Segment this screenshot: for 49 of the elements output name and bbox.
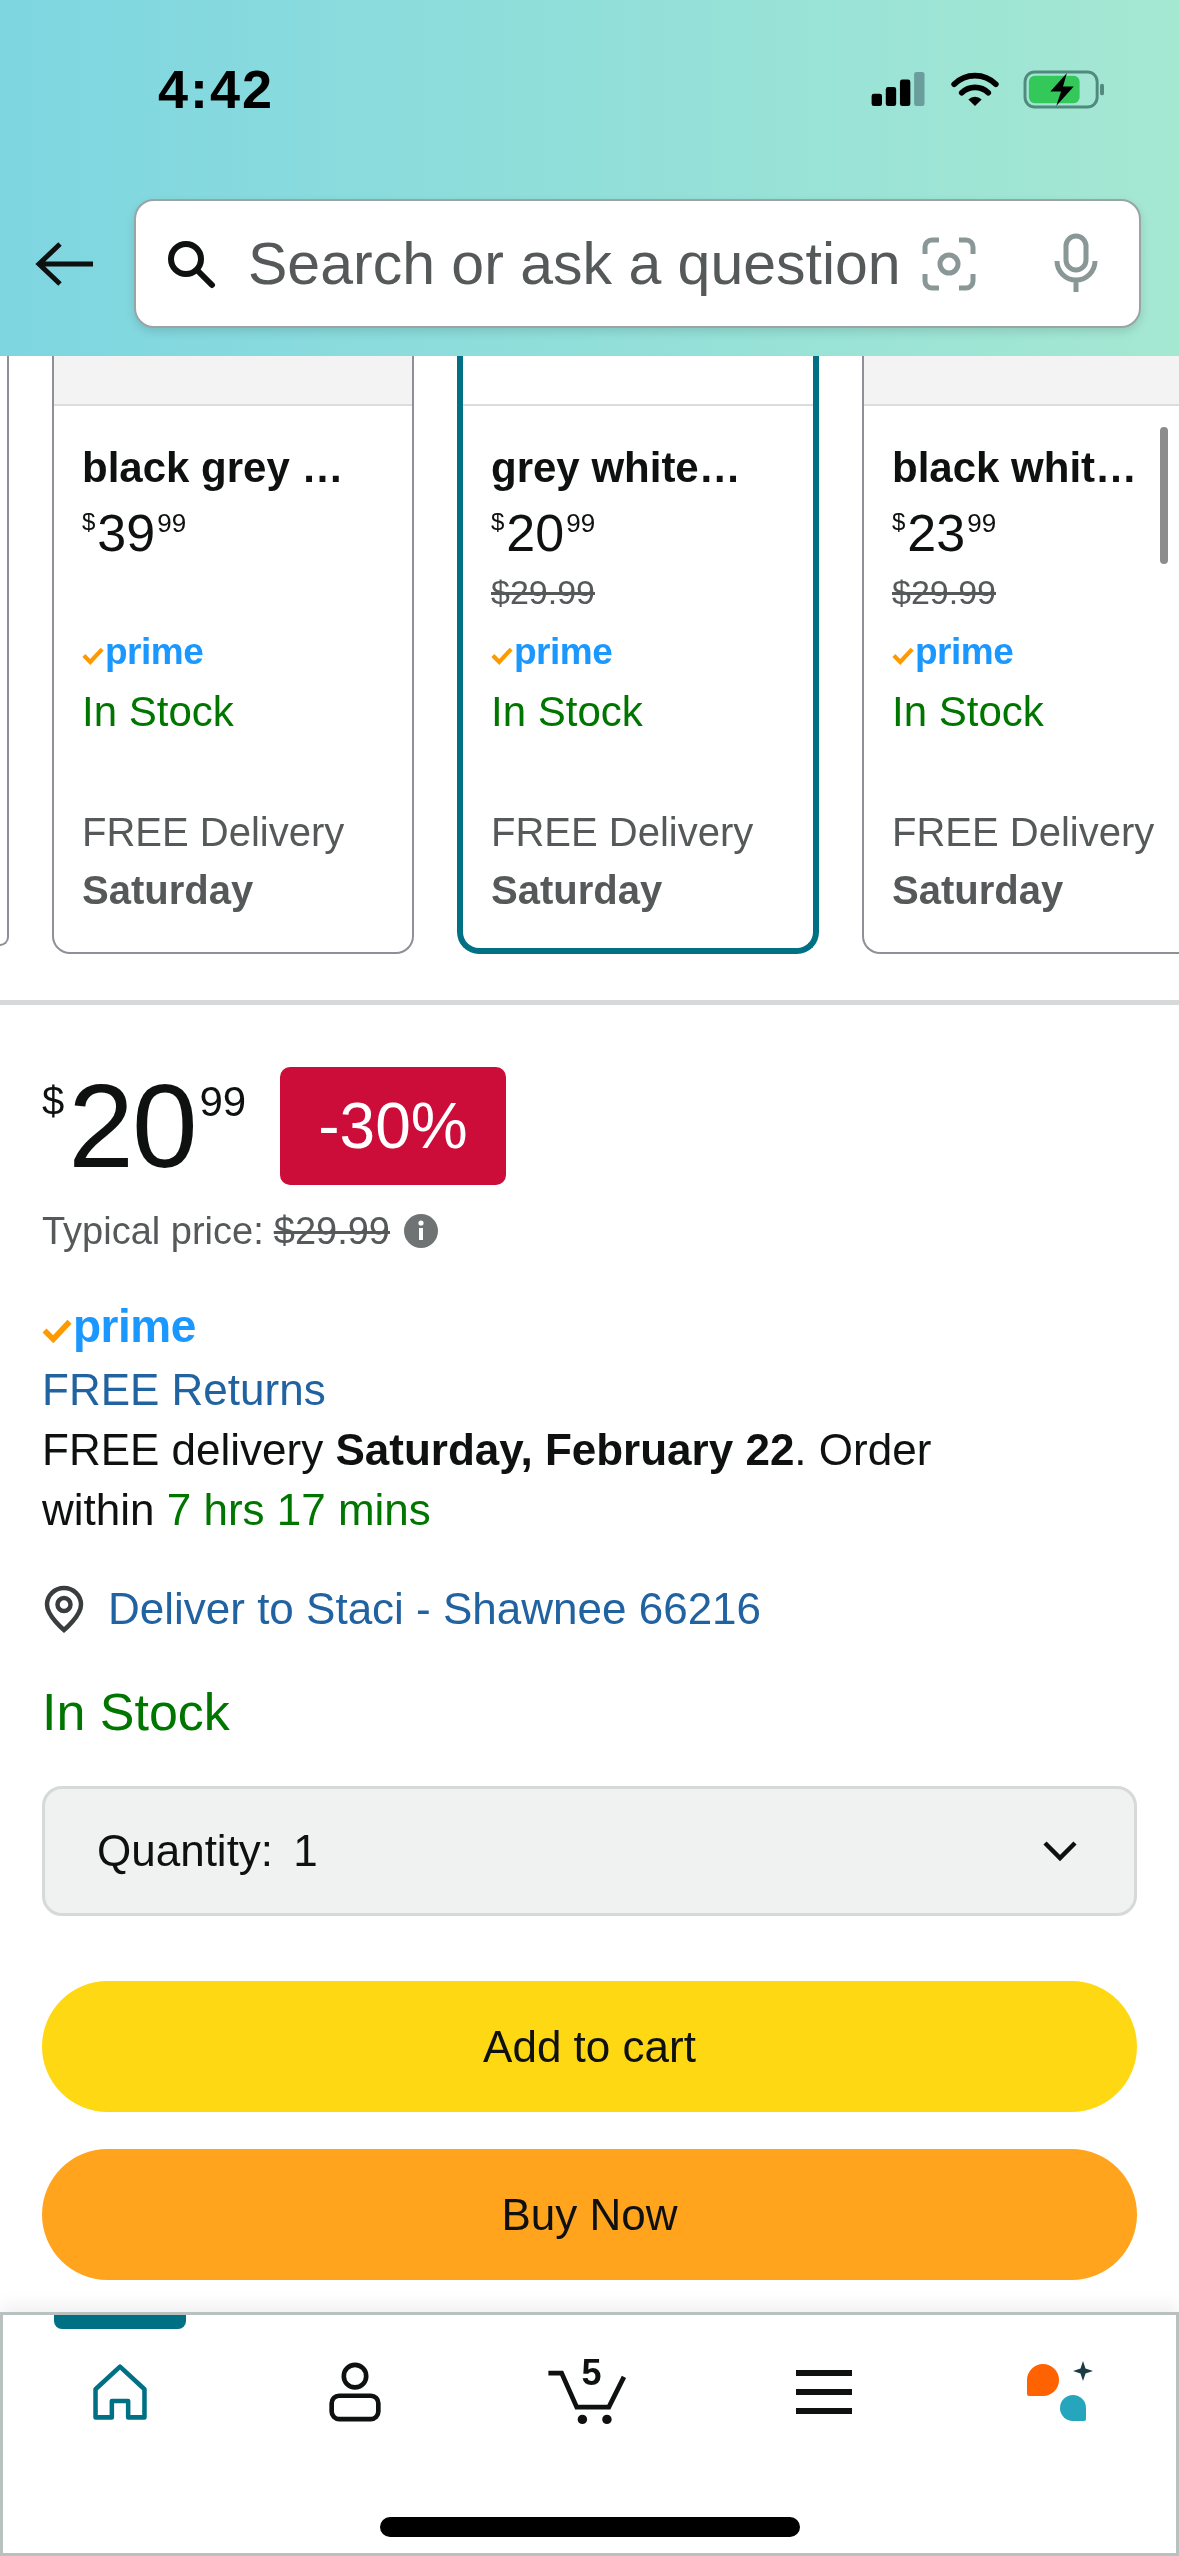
prime-label: prime: [514, 630, 613, 674]
person-icon: [326, 2362, 383, 2422]
prime-label: prime: [73, 1301, 196, 1351]
typical-price-label: Typical price:: [42, 1209, 264, 1253]
delivery-label: FREE Delivery: [491, 809, 755, 856]
delivery-day: Saturday: [82, 860, 412, 920]
delivery-day: Saturday: [491, 860, 813, 920]
chevron-down-icon: [1042, 1840, 1078, 1862]
wifi-icon: [950, 71, 1000, 107]
check-icon: [892, 645, 914, 665]
list-price: $29.99: [491, 572, 595, 613]
menu-icon: [796, 2370, 853, 2414]
stock-status: In Stock: [491, 687, 644, 737]
add-to-cart-button[interactable]: Add to cart: [42, 1981, 1137, 2112]
variant-name: black whit…: [892, 443, 1139, 493]
signal-icon: [871, 72, 927, 106]
stock-status: In Stock: [42, 1682, 230, 1743]
delivery-day: Saturday: [892, 860, 1179, 920]
typical-price: $29.99: [273, 1209, 390, 1253]
prime-label: prime: [105, 630, 204, 674]
check-icon: [82, 645, 104, 665]
search-input[interactable]: Search or ask a question: [248, 229, 913, 298]
viewfinder-icon[interactable]: [921, 235, 977, 292]
check-icon: [42, 1317, 72, 1343]
check-icon: [491, 645, 513, 665]
prime-label: prime: [915, 630, 1014, 674]
location-pin-icon: [44, 1585, 84, 1633]
home-icon: [91, 2363, 150, 2421]
delivery-label: FREE Delivery: [892, 809, 1156, 856]
stock-status: In Stock: [892, 687, 1045, 737]
cart-count: 5: [581, 2353, 602, 2393]
discount-badge: -30%: [280, 1067, 506, 1185]
variant-name: black grey …: [82, 443, 345, 493]
cart-tab[interactable]: 5: [472, 2315, 707, 2425]
stock-status: In Stock: [82, 687, 235, 737]
delivery-label: FREE Delivery: [82, 809, 346, 856]
buy-now-button[interactable]: Buy Now: [42, 2149, 1137, 2280]
deliver-to-link[interactable]: Deliver to Staci - Shawnee 66216: [108, 1579, 762, 1639]
status-time: 4:42: [158, 58, 275, 120]
free-returns-link[interactable]: FREE Returns: [42, 1360, 326, 1420]
search-field[interactable]: Search or ask a question: [134, 199, 1141, 328]
quantity-dropdown[interactable]: Quantity: 1: [42, 1786, 1137, 1916]
battery-icon: [1023, 69, 1105, 109]
variant-name: grey white…: [491, 443, 742, 493]
info-icon[interactable]: [404, 1214, 438, 1248]
delivery-message: FREE delivery Saturday, February 22. Order within 7 hrs 17 mins: [42, 1424, 933, 1536]
search-icon: [166, 238, 216, 289]
list-price: $29.99: [892, 572, 996, 613]
arrow-left-icon: [35, 240, 95, 287]
